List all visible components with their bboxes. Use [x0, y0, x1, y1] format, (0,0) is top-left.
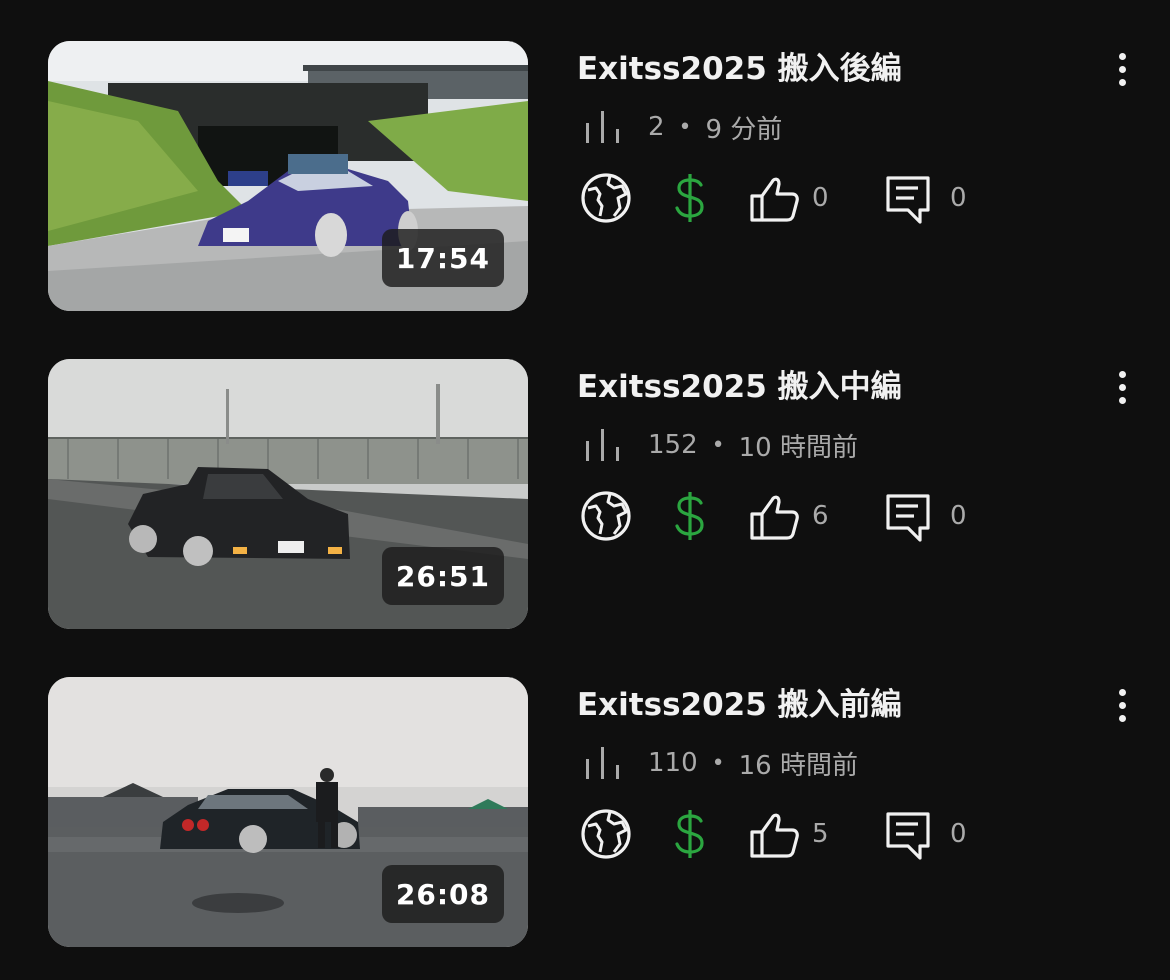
video-meta: 2 • 9 分前 — [582, 107, 782, 147]
video-title[interactable]: Exitss2025 搬入前編 — [577, 679, 902, 724]
published-time: 16 時間前 — [738, 750, 858, 781]
like-count: 6 — [812, 501, 829, 531]
dollar-icon[interactable] — [662, 170, 718, 226]
more-vert-icon[interactable] — [1104, 685, 1140, 725]
view-count: 110 — [648, 748, 698, 778]
video-duration: 26:51 — [381, 547, 504, 605]
video-row[interactable]: 26:51 Exitss2025 搬入中編 152 • 10 時間前 6 0 — [0, 359, 1170, 629]
video-actions: 6 0 — [578, 485, 994, 547]
view-count: 152 — [648, 430, 698, 460]
comment-count: 0 — [950, 819, 967, 849]
comment-icon[interactable] — [880, 806, 936, 862]
video-title[interactable]: Exitss2025 搬入後編 — [577, 43, 902, 88]
video-thumbnail[interactable]: 26:51 — [48, 359, 528, 629]
views-bar-icon — [586, 747, 619, 779]
video-duration: 26:08 — [381, 865, 504, 923]
video-title[interactable]: Exitss2025 搬入中編 — [577, 361, 902, 406]
like-count: 0 — [812, 183, 829, 213]
view-count: 2 — [648, 112, 665, 142]
globe-icon[interactable] — [578, 170, 634, 226]
video-row[interactable]: 17:54 Exitss2025 搬入後編 2 • 9 分前 0 0 — [0, 41, 1170, 311]
globe-icon[interactable] — [578, 488, 634, 544]
more-vert-icon[interactable] — [1104, 49, 1140, 89]
video-list: 17:54 Exitss2025 搬入後編 2 • 9 分前 0 0 26:51… — [0, 0, 1170, 980]
video-actions: 0 0 — [578, 167, 994, 229]
video-meta: 110 • 16 時間前 — [582, 743, 858, 783]
comment-icon[interactable] — [880, 170, 936, 226]
dollar-icon[interactable] — [662, 488, 718, 544]
video-thumbnail[interactable]: 17:54 — [48, 41, 528, 311]
published-time: 10 時間前 — [738, 432, 858, 463]
meta-separator: • — [711, 750, 725, 776]
video-actions: 5 0 — [578, 803, 994, 865]
meta-separator: • — [711, 432, 725, 458]
views-bar-icon — [586, 111, 619, 143]
views-bar-icon — [586, 429, 619, 461]
thumbs-up-icon[interactable] — [746, 170, 802, 226]
video-meta: 152 • 10 時間前 — [582, 425, 858, 465]
thumbs-up-icon[interactable] — [746, 488, 802, 544]
video-duration: 17:54 — [381, 229, 504, 287]
like-count: 5 — [812, 819, 829, 849]
comment-count: 0 — [950, 501, 967, 531]
thumbs-up-icon[interactable] — [746, 806, 802, 862]
published-time: 9 分前 — [705, 114, 783, 145]
globe-icon[interactable] — [578, 806, 634, 862]
video-row[interactable]: 26:08 Exitss2025 搬入前編 110 • 16 時間前 5 0 — [0, 677, 1170, 947]
comment-count: 0 — [950, 183, 967, 213]
meta-separator: • — [678, 114, 692, 140]
comment-icon[interactable] — [880, 488, 936, 544]
dollar-icon[interactable] — [662, 806, 718, 862]
more-vert-icon[interactable] — [1104, 367, 1140, 407]
video-thumbnail[interactable]: 26:08 — [48, 677, 528, 947]
